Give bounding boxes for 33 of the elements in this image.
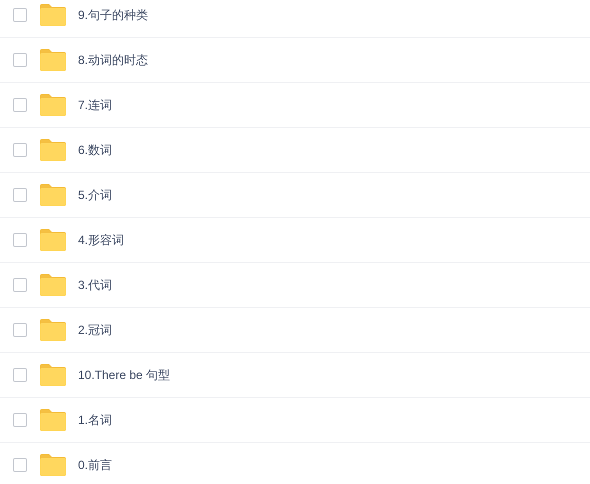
folder-name[interactable]: 7.连词	[78, 96, 112, 114]
checkbox[interactable]	[13, 233, 27, 247]
checkbox[interactable]	[13, 458, 27, 472]
folder-icon	[40, 229, 66, 251]
folder-icon	[40, 409, 66, 431]
folder-icon	[40, 94, 66, 116]
folder-icon	[40, 49, 66, 71]
folder-icon	[40, 184, 66, 206]
checkbox[interactable]	[13, 143, 27, 157]
folder-name[interactable]: 4.形容词	[78, 231, 124, 249]
checkbox[interactable]	[13, 188, 27, 202]
folder-icon	[40, 319, 66, 341]
checkbox[interactable]	[13, 413, 27, 427]
folder-name[interactable]: 6.数词	[78, 141, 112, 159]
checkbox[interactable]	[13, 98, 27, 112]
folder-icon	[40, 139, 66, 161]
checkbox[interactable]	[13, 53, 27, 67]
checkbox[interactable]	[13, 8, 27, 22]
folder-icon	[40, 274, 66, 296]
folder-name[interactable]: 2.冠词	[78, 321, 112, 339]
checkbox[interactable]	[13, 278, 27, 292]
folder-name[interactable]: 1.名词	[78, 411, 112, 429]
folder-name[interactable]: 8.动词的时态	[78, 51, 148, 69]
checkbox[interactable]	[13, 323, 27, 337]
folder-icon	[40, 454, 66, 476]
folder-name[interactable]: 10.There be 句型	[78, 366, 170, 384]
folder-icon	[40, 364, 66, 386]
folder-name[interactable]: 0.前言	[78, 456, 112, 474]
checkbox[interactable]	[13, 368, 27, 382]
folder-icon	[40, 4, 66, 26]
folder-name[interactable]: 5.介词	[78, 186, 112, 204]
folder-name[interactable]: 3.代词	[78, 276, 112, 294]
folder-name[interactable]: 9.句子的种类	[78, 6, 148, 24]
